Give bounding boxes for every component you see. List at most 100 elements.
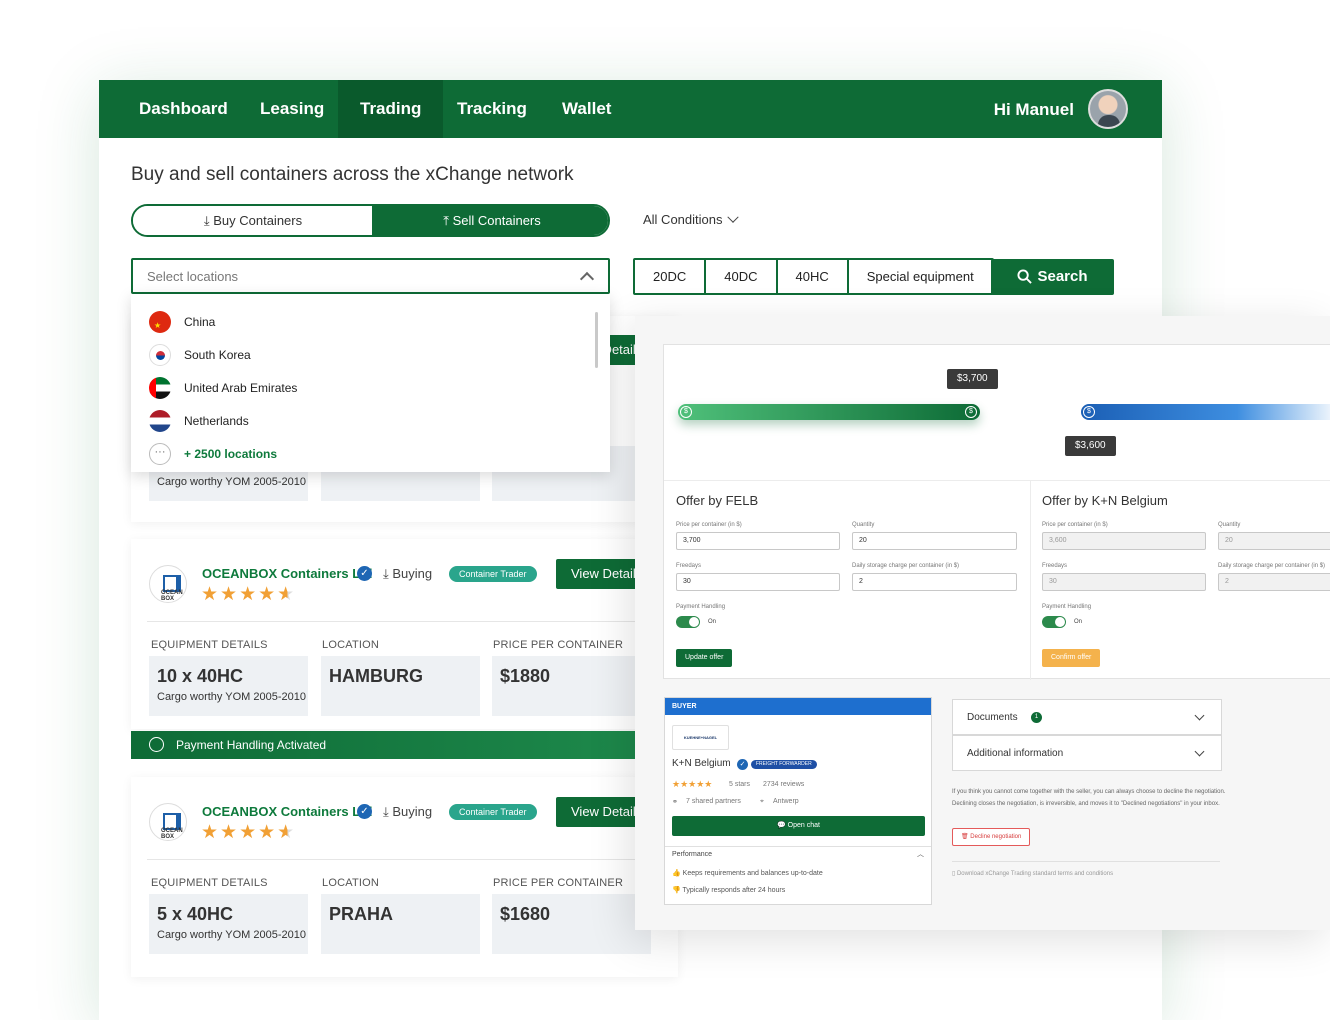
buying-status: ⤓ Buying xyxy=(383,804,432,820)
sell-containers-tab[interactable]: ⤒ Sell Containers xyxy=(372,206,608,235)
performance-text: Keeps requirements and balances up-to-da… xyxy=(682,870,823,877)
equipment-condition: Cargo worthy YOM 2005-2010 xyxy=(157,476,306,488)
terms-download-link[interactable]: ▯ Download xChange Trading standard term… xyxy=(952,870,1113,877)
location-option-label: Netherlands xyxy=(184,414,249,428)
china-flag-icon: ★ xyxy=(149,311,171,333)
download-icon: ⤓ xyxy=(203,213,210,228)
sell-containers-label: Sell Containers xyxy=(452,213,541,228)
location-select[interactable]: Select locations xyxy=(131,258,610,294)
location-placeholder: Select locations xyxy=(147,269,239,284)
more-icon: ··· xyxy=(149,443,171,465)
price-knob-icon[interactable]: $ xyxy=(1083,406,1095,418)
nav-dashboard[interactable]: Dashboard xyxy=(117,80,250,138)
search-button[interactable]: Search xyxy=(991,259,1114,295)
location-option-label: United Arab Emirates xyxy=(184,381,298,395)
update-offer-button[interactable]: Update offer xyxy=(676,649,733,667)
switch-state: On xyxy=(708,619,717,625)
chevron-up-icon[interactable]: ︿ xyxy=(917,849,924,859)
kn-price-bar xyxy=(1081,404,1330,420)
company-logo: OCEAN BOX xyxy=(149,803,187,841)
storage-label: Daily storage charge per container (in $… xyxy=(852,563,960,569)
felb-storage-input[interactable]: 2 xyxy=(852,573,1017,591)
chevron-down-icon[interactable] xyxy=(1194,746,1205,757)
price-knob-icon[interactable]: $ xyxy=(680,406,692,418)
company-name[interactable]: OCEANBOX Containers Ltd xyxy=(202,566,372,581)
filter-40dc[interactable]: 40DC xyxy=(706,260,778,293)
kn-payment-switch[interactable] xyxy=(1042,616,1066,628)
quantity-label: Quantity xyxy=(852,522,875,528)
felb-price-input[interactable]: 3,700 xyxy=(676,532,840,550)
storage-label: Daily storage charge per container (in $… xyxy=(1218,563,1326,569)
south-korea-flag-icon xyxy=(149,344,171,366)
user-greeting: Hi Manuel xyxy=(993,100,1074,119)
trash-icon: 🗑 xyxy=(961,834,971,840)
price-value: $1880 xyxy=(500,666,551,686)
freight-forwarder-badge: FREIGHT FORWARDER xyxy=(751,760,817,769)
divider xyxy=(147,621,662,622)
kn-freedays-input: 30 xyxy=(1042,573,1206,591)
documents-title: Documents xyxy=(967,712,1018,723)
dropdown-scrollbar[interactable] xyxy=(595,312,598,368)
money-icon xyxy=(149,737,164,752)
buying-status: ⤓ Buying xyxy=(383,566,432,582)
price-cell: $1680 xyxy=(492,894,651,954)
filter-40hc[interactable]: 40HC xyxy=(777,260,849,293)
thumbs-up-icon: 👍 xyxy=(672,870,683,877)
page-title: Buy and sell containers across the xChan… xyxy=(131,164,574,185)
container-type-filter: 20DC 40DC 40HC Special equipment xyxy=(633,258,994,295)
nav-wallet[interactable]: Wallet xyxy=(540,80,633,138)
divider xyxy=(952,861,1220,862)
avatar[interactable] xyxy=(1088,89,1128,129)
filter-20dc[interactable]: 20DC xyxy=(635,260,707,293)
nav-tracking[interactable]: Tracking xyxy=(435,80,549,138)
equipment-quantity: 5 x 40HC xyxy=(157,904,234,924)
price-knob-icon[interactable]: $ xyxy=(965,406,977,418)
buy-containers-tab[interactable]: ⤓ Buy Containers xyxy=(133,206,373,235)
rating-stars: ★★★★★ xyxy=(201,822,297,843)
payment-handling-label: Payment Handling Activated xyxy=(176,738,327,752)
payment-handling-label: Payment Handling xyxy=(676,604,726,610)
additional-info-accordion[interactable]: Additional information xyxy=(952,735,1222,771)
felb-freedays-input[interactable]: 30 xyxy=(676,573,840,591)
decline-negotiation-button[interactable]: 🗑 Decline negotiation xyxy=(952,828,1031,846)
listing-card[interactable]: OCEAN BOX OCEANBOX Containers Ltd ✓ ⤓ Bu… xyxy=(131,539,678,729)
location-cell: HAMBURG xyxy=(321,656,480,716)
nav-leasing[interactable]: Leasing xyxy=(238,80,346,138)
company-name[interactable]: OCEANBOX Containers Ltd xyxy=(202,804,372,819)
kn-price-input: 3,600 xyxy=(1042,532,1206,550)
felb-quantity-input[interactable]: 20 xyxy=(852,532,1017,550)
filter-special-equipment[interactable]: Special equipment xyxy=(848,260,992,293)
uae-flag-icon xyxy=(149,377,171,399)
listing-card[interactable]: OCEAN BOX OCEANBOX Containers Ltd ✓ ⤓ Bu… xyxy=(131,777,678,977)
thumbs-down-icon: 👎 xyxy=(672,887,683,894)
buyer-name[interactable]: K+N Belgium xyxy=(672,758,731,769)
nav-trading[interactable]: Trading xyxy=(338,80,444,138)
verified-icon: ✓ xyxy=(357,804,372,819)
open-chat-label: Open chat xyxy=(787,822,820,829)
location-cell: PRAHA xyxy=(321,894,480,954)
divider xyxy=(664,480,1330,481)
kn-offer-title: Offer by K+N Belgium xyxy=(1042,493,1168,508)
performance-item-negative: 👎 Typically responds after 24 hours xyxy=(672,886,785,894)
performance-text: Typically responds after 24 hours xyxy=(682,887,786,894)
partners-icon: ⚭ xyxy=(672,799,678,806)
chevron-down-icon xyxy=(726,211,739,223)
verified-icon: ✓ xyxy=(357,566,372,581)
rating-stars: ★★★★★ xyxy=(672,779,713,789)
conditions-dropdown[interactable]: All Conditions xyxy=(643,211,739,227)
felb-payment-switch[interactable] xyxy=(676,616,700,628)
price-tag-high: $3,700 xyxy=(947,369,998,389)
freedays-label: Freedays xyxy=(1042,563,1068,569)
chevron-down-icon[interactable] xyxy=(1194,710,1205,721)
chevron-up-icon[interactable] xyxy=(579,271,595,287)
upload-icon: ⤒ xyxy=(443,213,449,228)
confirm-offer-button[interactable]: Confirm offer xyxy=(1042,649,1101,667)
conditions-label: All Conditions xyxy=(643,212,723,227)
open-chat-button[interactable]: 💬 Open chat xyxy=(672,816,925,836)
kn-storage-input: 2 xyxy=(1218,573,1330,591)
price-cell: $1880 xyxy=(492,656,651,716)
documents-accordion[interactable]: Documents 1 xyxy=(952,699,1222,735)
additional-info-title: Additional information xyxy=(967,748,1064,759)
divider xyxy=(1030,480,1031,680)
search-label: Search xyxy=(1037,268,1088,285)
